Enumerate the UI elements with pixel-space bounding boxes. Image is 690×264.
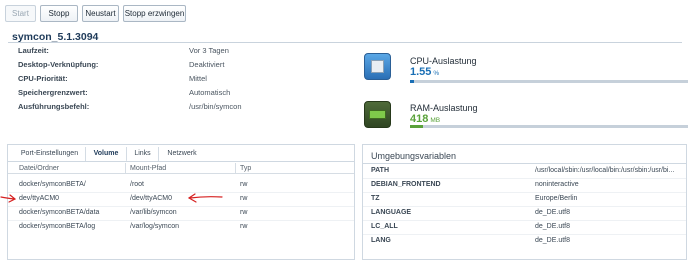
- cpu-icon: [364, 53, 391, 80]
- cpu-usage-bar-fill: [410, 80, 415, 83]
- table-cell: /root: [130, 181, 145, 188]
- row-divider: [363, 178, 686, 179]
- cpu-priority-label: CPU-Priorität:: [18, 74, 68, 83]
- tab-volume[interactable]: Volume: [86, 147, 127, 162]
- runtime-value: Vor 3 Tagen: [189, 46, 229, 55]
- restart-button[interactable]: Neustart: [82, 5, 119, 22]
- ram-usage-value-wrap: 418 MB: [410, 113, 440, 125]
- title-divider: [8, 42, 682, 43]
- ram-usage-value: 418: [410, 113, 429, 125]
- env-value: /usr/local/sbin:/usr/local/bin:/usr/sbin…: [535, 167, 675, 174]
- execution-command-value: /usr/bin/symcon: [189, 102, 242, 111]
- execution-command-label: Ausführungsbefehl:: [18, 102, 90, 111]
- memory-limit-value: Automatisch: [189, 88, 231, 97]
- col-divider: [235, 163, 236, 173]
- annotation-arrows: [0, 193, 223, 203]
- tab-network[interactable]: Netzwerk: [159, 147, 205, 162]
- col-divider: [125, 163, 126, 173]
- table-cell: rw: [240, 209, 248, 216]
- tab-port-settings[interactable]: Port-Einstellungen: [14, 147, 86, 162]
- annotation-arrow-right: [187, 193, 223, 203]
- row-divider: [363, 206, 686, 207]
- table-cell: /var/lib/symcon: [130, 209, 177, 216]
- row-divider: [8, 220, 354, 221]
- cpu-usage-bar: [410, 80, 688, 83]
- tab-links[interactable]: Links: [127, 147, 159, 162]
- table-cell: /var/log/symcon: [130, 223, 180, 230]
- table-header-divider: [8, 173, 354, 174]
- ram-usage-bar: [410, 125, 688, 128]
- env-key: PATH: [371, 167, 390, 174]
- env-value: Europe/Berlin: [535, 195, 578, 202]
- table-cell: docker/symconBETA/: [19, 181, 86, 188]
- desktop-shortcut-label: Desktop-Verknüpfung:: [18, 60, 99, 69]
- env-key: LANG: [371, 237, 391, 244]
- col-header-mount[interactable]: Mount-Pfad: [130, 165, 166, 172]
- row-divider: [363, 234, 686, 235]
- cpu-usage-value: 1.55: [410, 66, 432, 78]
- stop-button[interactable]: Stopp: [40, 5, 78, 22]
- table-cell: docker/symconBETA/log: [19, 223, 96, 230]
- col-header-file[interactable]: Datei/Ordner: [19, 165, 59, 172]
- table-cell: rw: [240, 195, 248, 202]
- env-key: LC_ALL: [371, 223, 398, 230]
- ram-usage-unit: MB: [430, 117, 441, 124]
- runtime-label: Laufzeit:: [18, 46, 49, 55]
- env-key: DEBIAN_FRONTEND: [371, 181, 441, 188]
- env-value: de_DE.utf8: [535, 209, 571, 216]
- ram-icon: [364, 101, 391, 128]
- cpu-usage-value-wrap: 1.55%: [410, 66, 439, 78]
- tabs-divider: [8, 161, 354, 162]
- cpu-usage-label: CPU-Auslastung: [410, 56, 477, 66]
- cpu-usage-unit: %: [433, 70, 440, 77]
- env-value: de_DE.utf8: [535, 223, 571, 230]
- env-value: de_DE.utf8: [535, 237, 571, 244]
- start-button[interactable]: Start: [5, 5, 36, 22]
- row-divider: [363, 192, 686, 193]
- table-cell: rw: [240, 223, 248, 230]
- ram-usage-bar-fill: [410, 125, 423, 128]
- env-key: TZ: [371, 195, 380, 202]
- env-value: noninteractive: [535, 181, 579, 188]
- force-stop-button[interactable]: Stopp erzwingen: [123, 5, 186, 22]
- desktop-shortcut-value: Deaktiviert: [189, 60, 225, 69]
- ram-usage-label: RAM-Auslastung: [410, 103, 478, 113]
- memory-limit-label: Speichergrenzwert:: [18, 88, 88, 97]
- environment-divider: [363, 163, 686, 164]
- environment-title: Umgebungsvariablen: [371, 151, 457, 161]
- environment-panel: [362, 144, 687, 260]
- table-cell: docker/symconBETA/data: [19, 209, 100, 216]
- cpu-priority-value: Mittel: [189, 74, 207, 83]
- row-divider: [363, 220, 686, 221]
- env-key: LANGUAGE: [371, 209, 412, 216]
- annotation-arrow-left: [0, 194, 17, 203]
- table-cell: rw: [240, 181, 248, 188]
- col-header-type[interactable]: Typ: [240, 165, 251, 172]
